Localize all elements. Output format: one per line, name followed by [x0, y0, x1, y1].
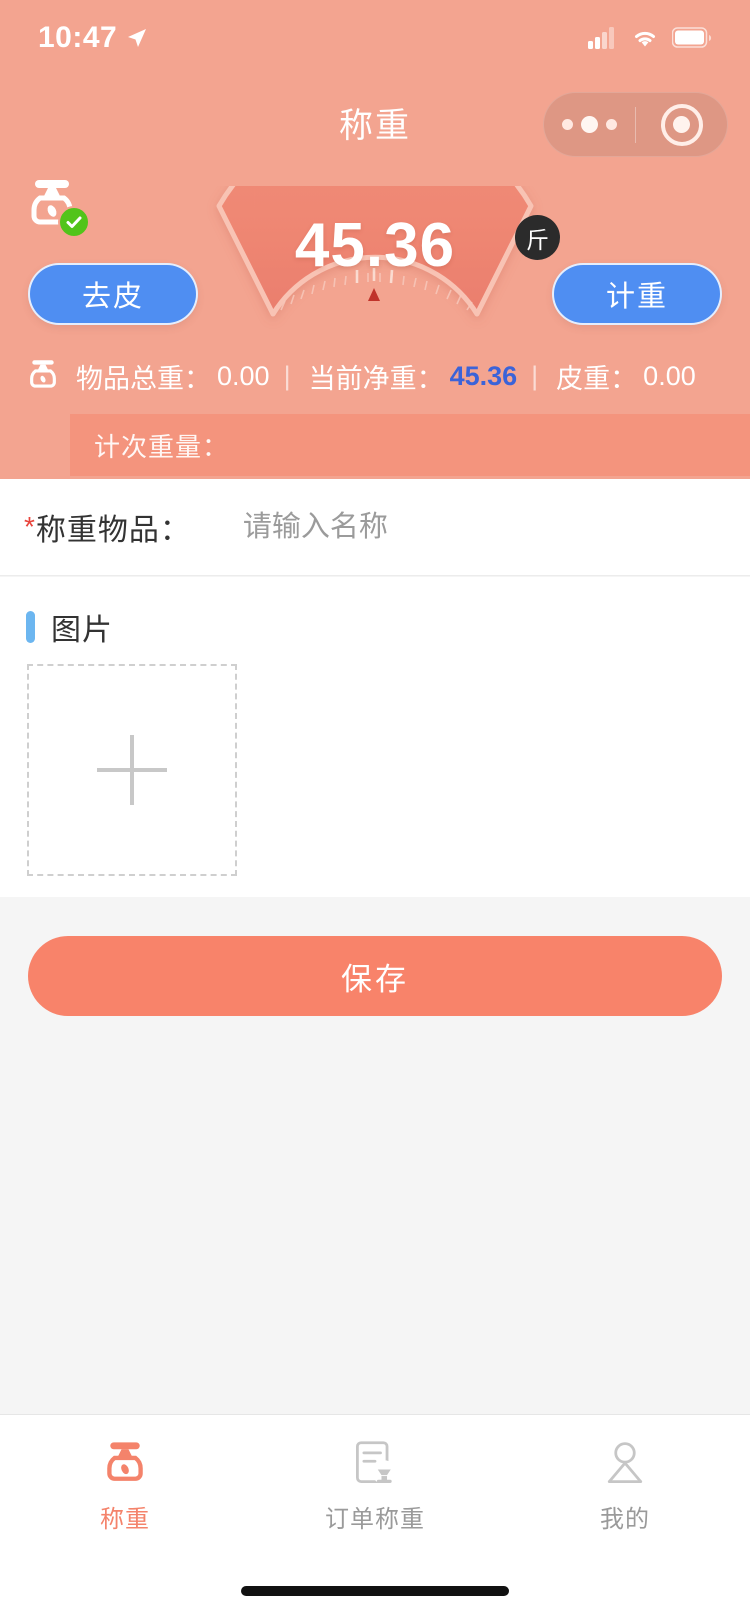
readout-separator: |: [531, 360, 539, 391]
status-bar-left: 10:47: [38, 21, 147, 55]
status-bar-right: [588, 27, 712, 49]
location-arrow-icon: [128, 29, 147, 47]
net-weight-label: 当前净重：: [308, 363, 444, 394]
tab-profile[interactable]: 我的: [500, 1415, 750, 1545]
gauge-pointer-icon: [368, 288, 380, 301]
gauge-unit-badge: 斤: [515, 215, 560, 260]
tare-weight-label: 皮重：: [556, 363, 638, 394]
tab-label: 称重: [100, 1505, 150, 1533]
gross-weight-value: 0.00: [217, 360, 270, 391]
order-scale-icon: [356, 1440, 397, 1484]
count-weight-button[interactable]: 计重: [552, 263, 722, 325]
count-weight-strip: 计次重量：: [70, 414, 750, 476]
save-area: 保存: [0, 897, 750, 1414]
gross-weight-label: 物品总重：: [76, 363, 211, 394]
tare-weight-value: 0.00: [643, 360, 696, 391]
net-weight-value: 45.36: [449, 360, 518, 391]
images-section-title: 图片: [51, 614, 113, 647]
status-bar: 10:47: [0, 0, 750, 76]
target-circle-icon[interactable]: [636, 103, 727, 146]
wechat-capsule[interactable]: [543, 92, 728, 157]
images-section: 图片: [0, 577, 750, 897]
tab-label: 我的: [600, 1505, 650, 1533]
nav-bar: 称重: [0, 76, 750, 172]
scale-icon: [30, 360, 56, 388]
home-indicator: [241, 1586, 509, 1596]
weigh-item-label: 称重物品：: [35, 514, 191, 547]
tab-bar: 称重 订单称重 我的: [0, 1414, 750, 1624]
images-section-header: 图片: [0, 577, 750, 649]
tab-order-weighing[interactable]: 订单称重: [250, 1415, 500, 1545]
readout-separator: |: [283, 360, 291, 391]
weigh-item-row[interactable]: * 称重物品：: [0, 479, 750, 576]
battery-icon: [672, 27, 712, 48]
dot: [562, 119, 573, 130]
weigh-item-input[interactable]: [242, 510, 726, 544]
user-icon: [607, 1441, 643, 1483]
plus-icon: [97, 735, 167, 805]
image-upload-box[interactable]: [27, 664, 237, 876]
wifi-icon: [635, 31, 655, 47]
scale-icon: [107, 1441, 143, 1481]
dot: [606, 119, 617, 130]
dot: [581, 116, 598, 133]
app-screen: 10:47 称重 45.36 斤 去皮 计重 物品总重： 0.00 | 当前净重…: [0, 0, 750, 1624]
more-dots-icon[interactable]: [544, 116, 635, 133]
status-time: 10:47: [38, 21, 118, 54]
save-button[interactable]: 保存: [28, 936, 722, 1016]
section-accent-bar: [26, 611, 35, 643]
weighing-header: 10:47 称重 45.36 斤 去皮 计重 物品总重： 0.00 | 当前净重…: [0, 0, 750, 479]
gauge-weight-value: 45.36: [294, 211, 456, 280]
required-mark: *: [24, 511, 35, 542]
weight-readout-row: 物品总重： 0.00 | 当前净重： 45.36 | 皮重： 0.00: [0, 352, 750, 400]
cellular-signal-icon: [588, 27, 614, 49]
tab-label: 订单称重: [325, 1505, 425, 1533]
tab-weighing[interactable]: 称重: [0, 1415, 250, 1545]
tare-button[interactable]: 去皮: [28, 263, 198, 325]
count-weight-label: 计次重量：: [94, 431, 230, 462]
